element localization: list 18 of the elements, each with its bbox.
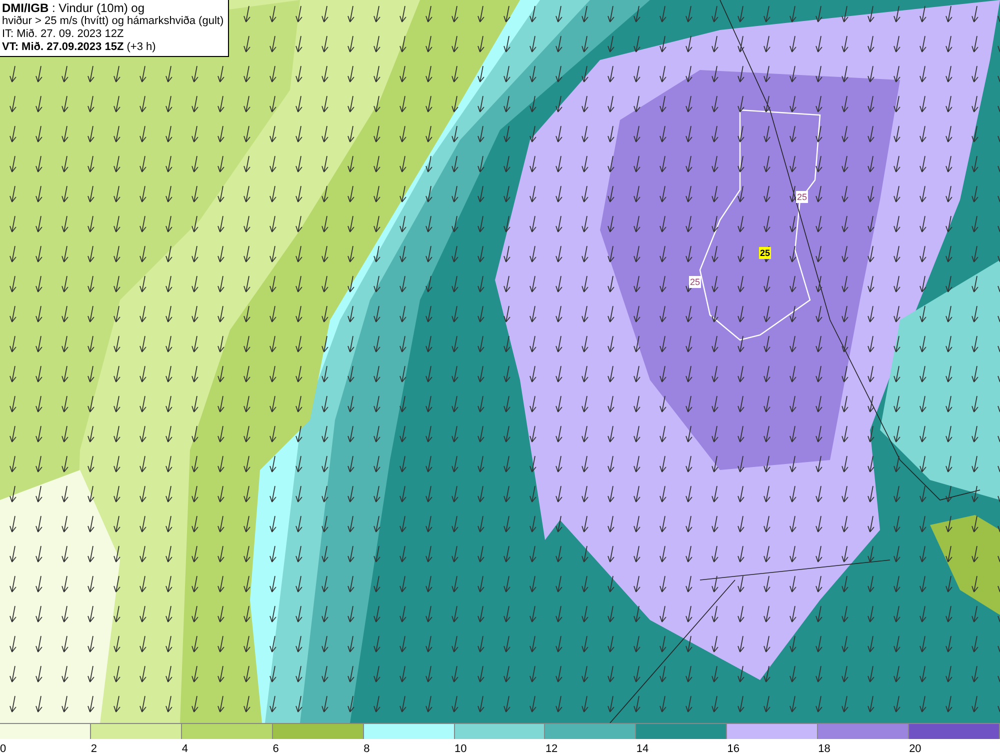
legend-tick-label: 14 — [636, 743, 649, 753]
gust-contour-label: 25 — [796, 191, 808, 203]
max-gust-label: 25 — [759, 247, 772, 259]
title-line: hviður > 25 m/s (hvítt) og hámarkshviða (gult) — [2, 15, 224, 28]
legend-tick-label: 2 — [90, 743, 98, 753]
legend-tick-label: 18 — [818, 743, 830, 753]
legend-tick-label: 20 — [909, 743, 922, 753]
legend-tick-label: 0 — [0, 743, 6, 753]
legend-tick-label: 8 — [364, 743, 370, 753]
legend-tick-label: 4 — [182, 743, 188, 753]
gust-contour-label: 25 — [689, 276, 702, 288]
legend-tick-label: 12 — [545, 743, 558, 753]
legend-tick-label: 10 — [454, 743, 467, 753]
legend-tick-label: 6 — [272, 743, 279, 753]
title-line: VT: Mið. 27.09.2023 15Z (+3 h) — [2, 41, 157, 54]
title-line: IT: Mið. 27. 09. 2023 12Z — [2, 28, 125, 41]
legend-tick-label: 16 — [727, 743, 740, 753]
title-line: DMI/IGB : Vindur (10m) og — [2, 2, 146, 15]
